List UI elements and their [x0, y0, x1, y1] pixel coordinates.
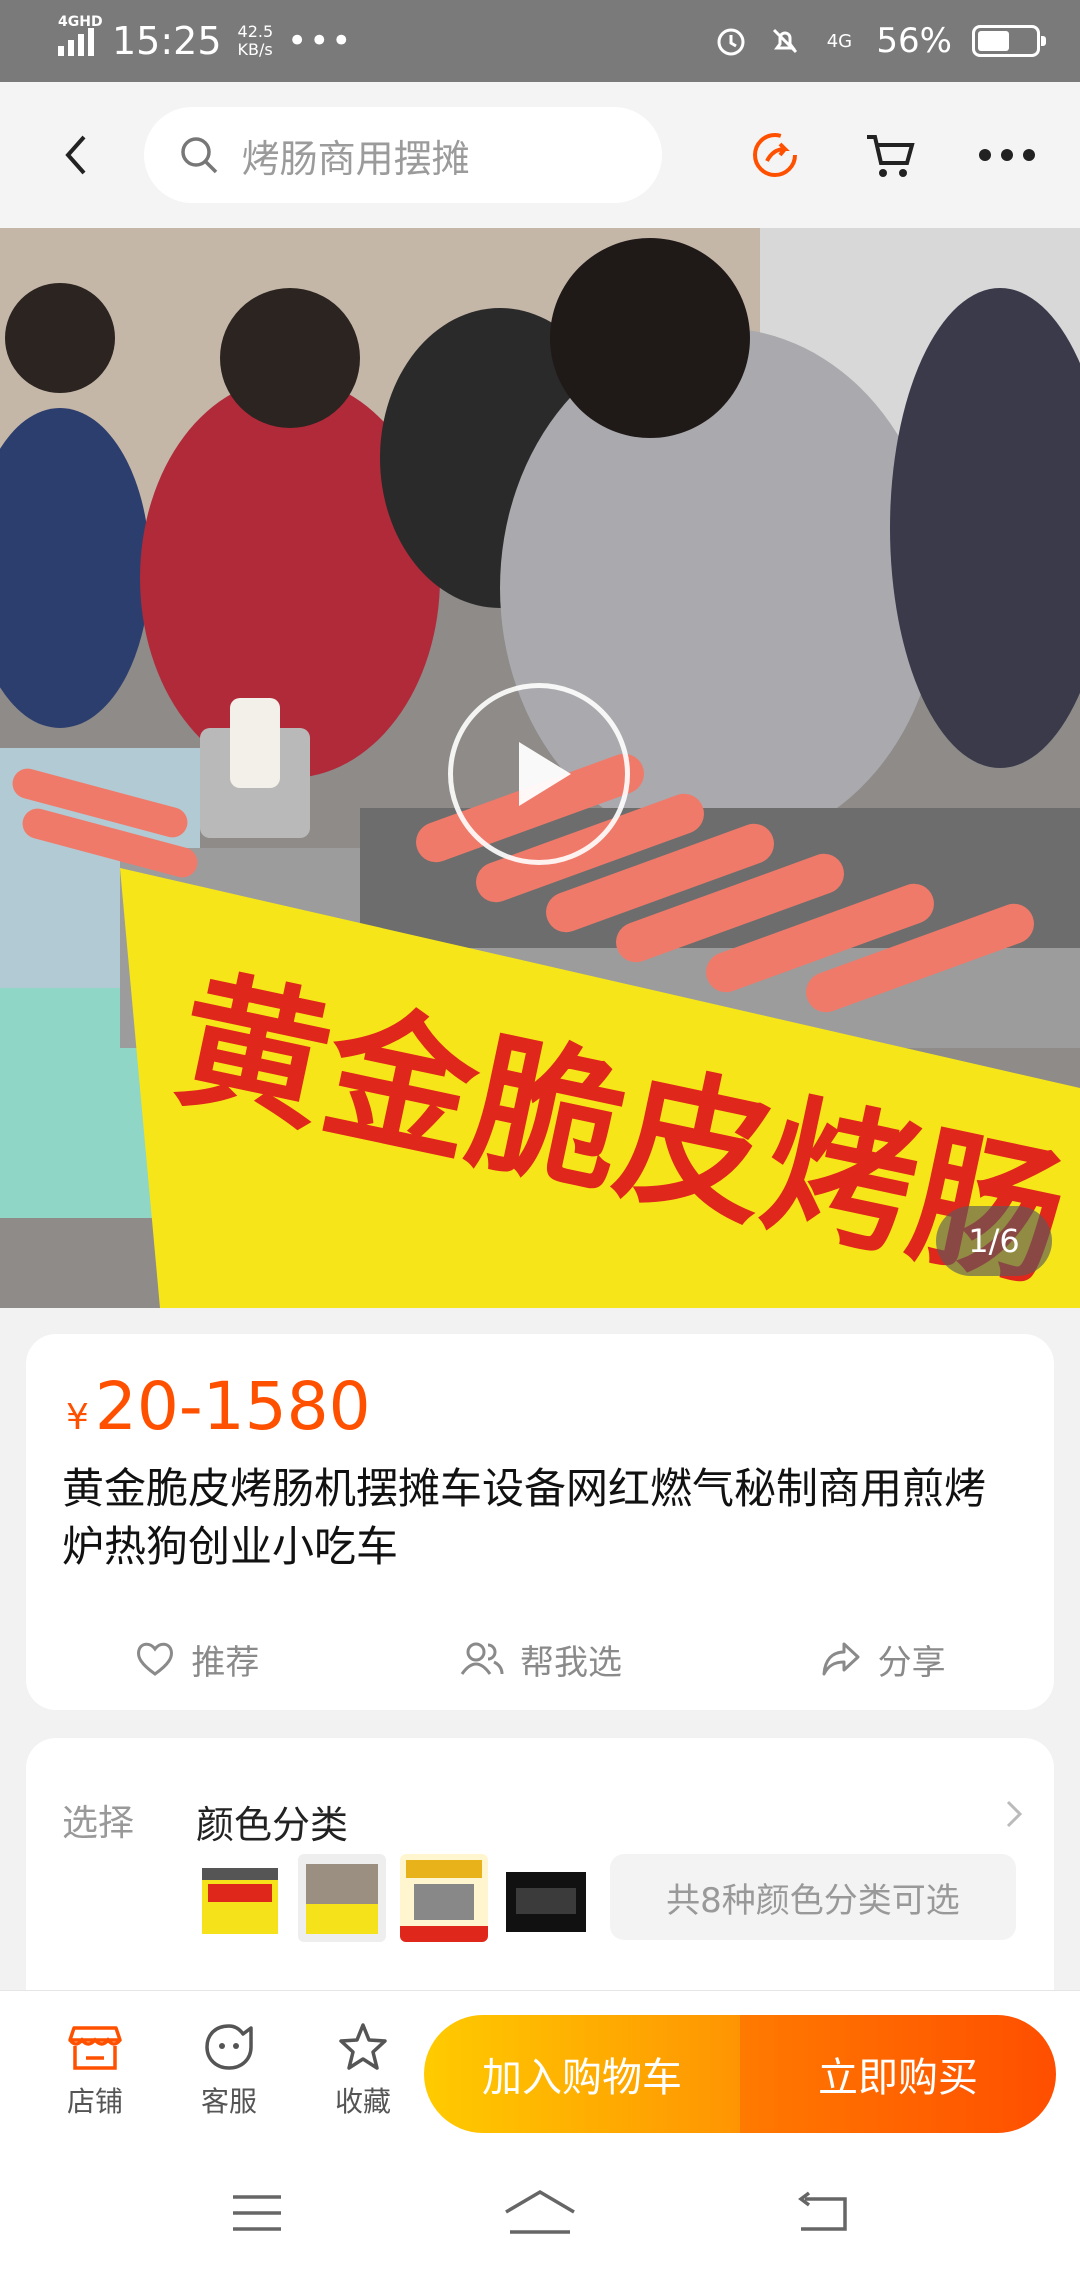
buy-now-button[interactable]: 立即购买	[740, 2015, 1056, 2133]
purchase-buttons: 加入购物车 立即购买	[424, 2015, 1056, 2133]
back-icon[interactable]	[50, 127, 104, 183]
top-nav: 烤肠商用摆摊	[0, 82, 1080, 228]
variant-thumbnail[interactable]	[298, 1854, 386, 1942]
battery-icon	[972, 25, 1046, 57]
share-button[interactable]: 分享	[711, 1614, 1054, 1704]
variant-thumbnails	[196, 1854, 590, 1942]
status-bar: 4GHD 15:25 42.5 KB/s ••• 4G 56%	[0, 0, 1080, 82]
battery-fill	[978, 31, 1010, 51]
tab-store[interactable]: 店铺	[28, 2022, 162, 2120]
image-pager: 1/6	[936, 1206, 1052, 1276]
star-icon	[339, 2022, 387, 2070]
people-icon	[460, 1642, 504, 1675]
currency-symbol: ¥	[66, 1397, 89, 1438]
more-notifications-icon: •••	[287, 21, 354, 61]
system-navigation-bar	[0, 2150, 1080, 2280]
tab-customer-service[interactable]: 客服	[162, 2022, 296, 2120]
selection-label: 选择	[62, 1803, 135, 1844]
store-icon	[68, 2025, 122, 2070]
selection-value: 颜色分类	[196, 1803, 349, 1847]
back-nav-button[interactable]	[795, 2191, 851, 2239]
search-placeholder: 烤肠商用摆摊	[241, 136, 470, 181]
play-video-button[interactable]	[448, 683, 630, 865]
cart-icon[interactable]	[848, 110, 934, 200]
price-range: 20-1580	[94, 1368, 371, 1445]
help-me-choose-button[interactable]: 帮我选	[369, 1614, 712, 1704]
clock: 15:25	[112, 19, 222, 63]
product-image[interactable]: 黄金脆皮烤肠 1/6	[0, 228, 1080, 1308]
menu-nav-button[interactable]	[229, 2191, 285, 2239]
bottom-action-bar: 店铺 客服 收藏 加入购物车 立即购买	[0, 1990, 1080, 2150]
network-speed: 42.5 KB/s	[237, 22, 274, 59]
menu-icon	[232, 2195, 281, 2231]
product-title: 黄金脆皮烤肠机摆摊车设备网红燃气秘制商用煎烤炉热狗创业小吃车	[62, 1464, 987, 1571]
add-to-cart-button[interactable]: 加入购物车	[424, 2015, 740, 2133]
share-label: 分享	[877, 1642, 946, 1683]
heart-icon	[137, 1642, 174, 1676]
home-icon	[505, 2189, 575, 2234]
more-icon[interactable]	[964, 110, 1050, 200]
signal-icon: 4GHD	[58, 14, 103, 56]
variant-thumbnail[interactable]	[502, 1854, 590, 1942]
bell-off-icon	[768, 24, 802, 58]
favorite-label: 收藏	[334, 2084, 391, 2118]
search-icon	[180, 137, 217, 174]
product-price: ¥ 20-1580	[66, 1368, 371, 1445]
service-icon	[205, 2023, 253, 2070]
tab-favorite[interactable]: 收藏	[296, 2022, 430, 2120]
more-variants-button[interactable]: 共8种颜色分类可选	[610, 1854, 1016, 1940]
variant-thumbnail[interactable]	[196, 1854, 284, 1942]
product-info-card: ¥ 20-1580 黄金脆皮烤肠机摆摊车设备网红燃气秘制商用煎烤炉热狗创业小吃车…	[26, 1334, 1054, 1710]
alarm-icon	[714, 24, 748, 58]
customer-service-label: 客服	[200, 2084, 257, 2118]
variant-selector[interactable]: 选择 颜色分类 共8种颜色分类可选	[26, 1738, 1054, 1998]
home-nav-button[interactable]	[502, 2188, 578, 2242]
mobile-data-icon: 4G	[826, 30, 853, 52]
share-arrow-icon	[822, 1642, 860, 1676]
return-icon	[798, 2191, 848, 2231]
network-label: 4GHD	[58, 14, 103, 30]
battery-percent: 56%	[876, 21, 952, 61]
search-input[interactable]: 烤肠商用摆摊	[143, 107, 662, 203]
store-label: 店铺	[66, 2084, 123, 2118]
variant-thumbnail[interactable]	[400, 1854, 488, 1942]
share-icon[interactable]	[732, 110, 818, 200]
recommend-label: 推荐	[191, 1642, 260, 1683]
chevron-right-icon	[1006, 1800, 1023, 1828]
help-me-choose-label: 帮我选	[520, 1642, 622, 1683]
recommend-button[interactable]: 推荐	[26, 1614, 369, 1704]
product-actions: 推荐 帮我选 分享	[26, 1614, 1054, 1704]
